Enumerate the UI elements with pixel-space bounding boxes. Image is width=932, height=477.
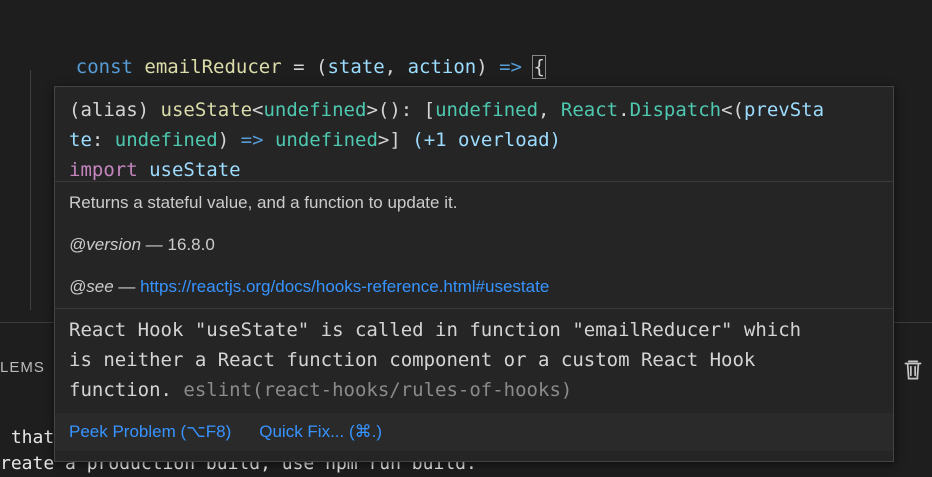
hover-widget: (alias) useState<undefined>(): [undefine… xyxy=(54,86,894,462)
doc-see: @see — https://reactjs.org/docs/hooks-re… xyxy=(69,266,879,308)
problem-text: function. xyxy=(69,379,184,401)
import-name: useState xyxy=(149,159,241,181)
sig-type: undefined xyxy=(114,129,218,151)
signature-line-2: te: undefined) => undefined>] (+1 overlo… xyxy=(69,125,879,155)
code-line-1[interactable]: const emailReducer = (state, action) => … xyxy=(30,25,546,79)
sig-arrow: => xyxy=(240,129,264,151)
sig-token xyxy=(264,129,275,151)
tab-problems[interactable]: LEMS xyxy=(0,359,45,376)
operator: = ( xyxy=(281,56,328,78)
sig-param: te xyxy=(69,129,92,151)
dash: — xyxy=(141,235,168,254)
sig-token: . xyxy=(618,99,630,121)
type-signature: (alias) useState<undefined>(): [undefine… xyxy=(55,87,893,181)
sig-token: < xyxy=(252,99,264,121)
version-value: 16.8.0 xyxy=(167,235,215,254)
sig-token: >] xyxy=(377,129,413,151)
problem-line-2: is neither a React function component or… xyxy=(69,349,756,371)
see-tag: @see xyxy=(69,277,114,296)
docs-link[interactable]: https://reactjs.org/docs/hooks-reference… xyxy=(140,277,549,296)
comma: , xyxy=(384,56,408,78)
sig-token: : xyxy=(91,129,115,151)
peek-problem-button[interactable]: Peek Problem (⌥F8) xyxy=(69,422,231,441)
sig-type: undefined xyxy=(435,99,539,121)
sig-token: , xyxy=(538,99,561,121)
sig-namespace: React xyxy=(560,99,619,121)
dash: — xyxy=(113,277,141,296)
problem-line-1: React Hook "useState" is called in funct… xyxy=(69,319,802,341)
arrow-token: => xyxy=(499,56,522,78)
overload-count: (+1 overload) xyxy=(412,129,561,151)
paren-close: ) xyxy=(476,56,500,78)
documentation: Returns a stateful value, and a function… xyxy=(55,182,893,308)
quick-fix-button[interactable]: Quick Fix... (⌘.) xyxy=(259,422,382,441)
sig-token: <( xyxy=(721,99,744,121)
sig-function-name: useState xyxy=(160,99,253,121)
import-keyword: import xyxy=(69,159,138,181)
problem-source: eslint(react-hooks/rules-of-hooks) xyxy=(183,379,573,401)
open-brace: { xyxy=(532,55,546,79)
sig-type: undefined xyxy=(274,129,378,151)
version-tag: @version xyxy=(69,235,142,254)
sig-type: undefined xyxy=(263,99,367,121)
hover-actions: Peek Problem (⌥F8) Quick Fix... (⌘.) xyxy=(55,413,893,451)
param-state: state xyxy=(327,56,385,78)
sig-param: prevSta xyxy=(743,99,825,121)
problem-line-3: function. eslint(react-hooks/rules-of-ho… xyxy=(69,375,879,405)
problem-message: React Hook "useState" is called in funct… xyxy=(55,309,893,413)
doc-summary: Returns a stateful value, and a function… xyxy=(69,193,458,212)
sig-token: >(): [ xyxy=(366,99,436,121)
terminal-output-line-1: that xyxy=(0,427,55,448)
signature-line-1: (alias) useState<undefined>(): [undefine… xyxy=(69,95,879,125)
trash-icon[interactable] xyxy=(900,357,926,383)
code-line-2[interactable]: useState(); xyxy=(53,56,229,111)
alias-label: (alias) xyxy=(69,99,161,121)
sig-type: Dispatch xyxy=(629,99,722,121)
param-action: action xyxy=(407,56,477,78)
doc-version: @version — 16.8.0 xyxy=(69,224,879,266)
sig-token: ) xyxy=(217,129,241,151)
